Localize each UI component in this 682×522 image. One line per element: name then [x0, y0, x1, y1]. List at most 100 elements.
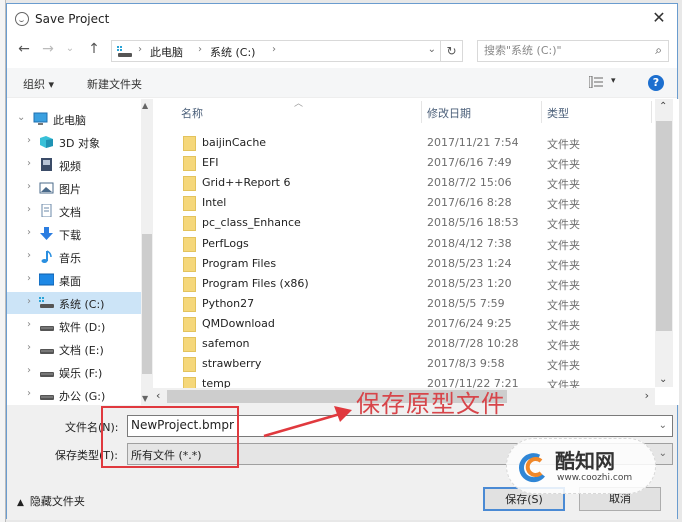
sidebar-item-label: 下载 — [59, 229, 81, 242]
file-name: Grid++Report 6 — [202, 176, 291, 190]
sidebar-item[interactable]: › 办公 (G:) — [7, 384, 153, 406]
chevron-right-icon[interactable]: › — [27, 135, 31, 146]
file-row[interactable]: baijinCache 2017/11/21 7:54 文件夹 — [153, 133, 629, 153]
refresh-button[interactable]: ↻ — [440, 41, 462, 61]
search-input[interactable] — [484, 44, 644, 57]
file-row[interactable]: Program Files (x86) 2018/5/23 1:20 文件夹 — [153, 274, 629, 294]
file-name: QMDownload — [202, 316, 275, 330]
navigation-pane: ⌄ 此电脑 › 3D 对象 › 视频 › 图片 › 文档 › 下载 › 音乐 › 桌面 › 系统 (C:) › 软件 … — [7, 99, 153, 405]
sidebar-item[interactable]: › 软件 (D:) — [7, 315, 153, 337]
file-row[interactable]: QMDownload 2017/6/24 9:25 文件夹 — [153, 314, 629, 334]
folder-icon — [183, 156, 196, 172]
column-date-modified[interactable]: 修改日期 — [427, 105, 471, 121]
organize-button[interactable]: 组织 ▾ — [23, 76, 54, 92]
sidebar-item[interactable]: › 音乐 — [7, 246, 153, 268]
file-row[interactable]: Python27 2018/5/5 7:59 文件夹 — [153, 294, 629, 314]
file-row[interactable]: pc_class_Enhance 2018/5/16 18:53 文件夹 — [153, 213, 629, 233]
chevron-down-icon[interactable]: ⌄ — [17, 112, 25, 123]
back-button[interactable]: ← — [15, 41, 33, 57]
file-row[interactable]: safemon 2018/7/28 10:28 文件夹 — [153, 334, 629, 354]
folder-icon — [183, 276, 196, 292]
file-name: Program Files (x86) — [202, 276, 309, 290]
chevron-right-icon[interactable]: › — [27, 342, 31, 353]
scroll-up-icon[interactable]: ▲ — [142, 101, 148, 110]
chevron-right-icon[interactable]: › — [27, 296, 31, 307]
scroll-down-icon[interactable]: ⌄ — [659, 374, 667, 385]
sidebar-item[interactable]: › 桌面 — [7, 269, 153, 291]
recent-locations-button[interactable]: ⌄ — [61, 43, 79, 54]
sidebar-item[interactable]: › 文档 (E:) — [7, 338, 153, 360]
navigation-pane-scrollbar[interactable]: ▲ ▼ — [141, 99, 153, 405]
command-toolbar: 组织 ▾ 新建文件夹 ▾ ? — [7, 68, 677, 98]
new-folder-button[interactable]: 新建文件夹 — [87, 76, 142, 92]
file-row[interactable]: Program Files 2018/5/23 1:24 文件夹 — [153, 254, 629, 274]
chevron-down-icon[interactable]: ⌄ — [659, 448, 667, 459]
hide-folders-toggle[interactable]: ▲ 隐藏文件夹 — [17, 493, 85, 509]
chevron-right-icon[interactable]: › — [27, 365, 31, 376]
chevron-right-icon[interactable]: › — [27, 319, 31, 330]
sidebar-item[interactable]: › 娱乐 (F:) — [7, 361, 153, 383]
scroll-left-icon[interactable]: ‹ — [156, 389, 160, 402]
sidebar-item[interactable]: › 视频 — [7, 154, 153, 176]
chevron-right-icon[interactable]: › — [27, 227, 31, 238]
view-options-icon[interactable] — [589, 76, 603, 88]
column-name[interactable]: 名称 — [181, 105, 203, 121]
sidebar-item[interactable]: ⌄ 此电脑 — [7, 108, 153, 130]
address-dropdown-icon[interactable]: ⌄ — [428, 44, 436, 55]
column-header-row: ︿ 名称 修改日期 类型 大 — [153, 99, 668, 125]
file-row[interactable]: EFI 2017/6/16 7:49 文件夹 — [153, 153, 629, 173]
chevron-right-icon[interactable]: › — [27, 250, 31, 261]
drive-icon — [40, 395, 54, 400]
3d-objects-icon — [40, 136, 53, 148]
forward-button[interactable]: → — [39, 41, 57, 57]
column-divider[interactable] — [541, 101, 542, 123]
file-date: 2018/7/2 15:06 — [427, 176, 512, 190]
view-dropdown-icon[interactable]: ▾ — [611, 76, 616, 86]
up-button[interactable]: ↑ — [85, 41, 103, 57]
breadcrumb-this-pc[interactable]: 此电脑 — [150, 44, 183, 60]
sidebar-item[interactable]: › 文档 — [7, 200, 153, 222]
chevron-right-icon[interactable]: › — [27, 158, 31, 169]
sidebar-item[interactable]: › 系统 (C:) — [7, 292, 153, 314]
file-row[interactable]: strawberry 2017/8/3 9:58 文件夹 — [153, 354, 629, 374]
file-type: 文件夹 — [547, 278, 580, 292]
address-bar[interactable]: › 此电脑 › 系统 (C:) › ⌄ ↻ — [111, 40, 463, 62]
column-divider[interactable] — [421, 101, 422, 123]
chevron-down-icon[interactable]: ⌄ — [659, 420, 667, 431]
column-type[interactable]: 类型 — [547, 105, 569, 121]
breadcrumb-separator: › — [272, 44, 276, 55]
column-divider[interactable] — [651, 101, 652, 123]
folder-icon — [183, 136, 196, 151]
sidebar-item-label: 3D 对象 — [59, 137, 100, 150]
scroll-right-icon[interactable]: › — [645, 389, 649, 402]
sidebar-item[interactable]: › 下载 — [7, 223, 153, 245]
breadcrumb-system-c[interactable]: 系统 (C:) — [210, 44, 255, 60]
chevron-right-icon[interactable]: › — [27, 388, 31, 399]
highlight-box — [101, 406, 239, 468]
search-icon[interactable]: ⌕ — [655, 43, 662, 58]
chevron-right-icon[interactable]: › — [27, 273, 31, 284]
file-type: 文件夹 — [547, 318, 580, 332]
file-row[interactable]: PerfLogs 2018/4/12 7:38 文件夹 — [153, 234, 629, 254]
chevron-right-icon[interactable]: › — [27, 204, 31, 215]
file-list-vertical-scrollbar[interactable]: ⌃ ⌄ — [655, 99, 673, 387]
sidebar-item-label: 视频 — [59, 160, 81, 173]
file-date: 2018/5/16 18:53 — [427, 216, 519, 230]
folder-icon — [183, 196, 196, 212]
search-box[interactable]: ⌕ — [477, 40, 669, 62]
sidebar-item-label: 软件 (D:) — [59, 321, 106, 334]
scrollbar-thumb[interactable] — [142, 234, 152, 374]
file-row[interactable]: Grid++Report 6 2018/7/2 15:06 文件夹 — [153, 173, 629, 193]
help-icon[interactable]: ? — [648, 75, 664, 91]
close-button[interactable]: ✕ — [645, 6, 673, 30]
file-type: 文件夹 — [547, 258, 580, 272]
file-type: 文件夹 — [547, 218, 580, 232]
scroll-up-icon[interactable]: ⌃ — [659, 101, 667, 112]
scroll-down-icon[interactable]: ▼ — [142, 394, 148, 403]
file-row[interactable]: Intel 2017/6/16 8:28 文件夹 — [153, 193, 629, 213]
sidebar-item[interactable]: › 图片 — [7, 177, 153, 199]
sidebar-item[interactable]: › 3D 对象 — [7, 131, 153, 153]
scrollbar-thumb[interactable] — [656, 121, 672, 331]
file-date: 2017/6/16 7:49 — [427, 156, 512, 170]
chevron-right-icon[interactable]: › — [27, 181, 31, 192]
